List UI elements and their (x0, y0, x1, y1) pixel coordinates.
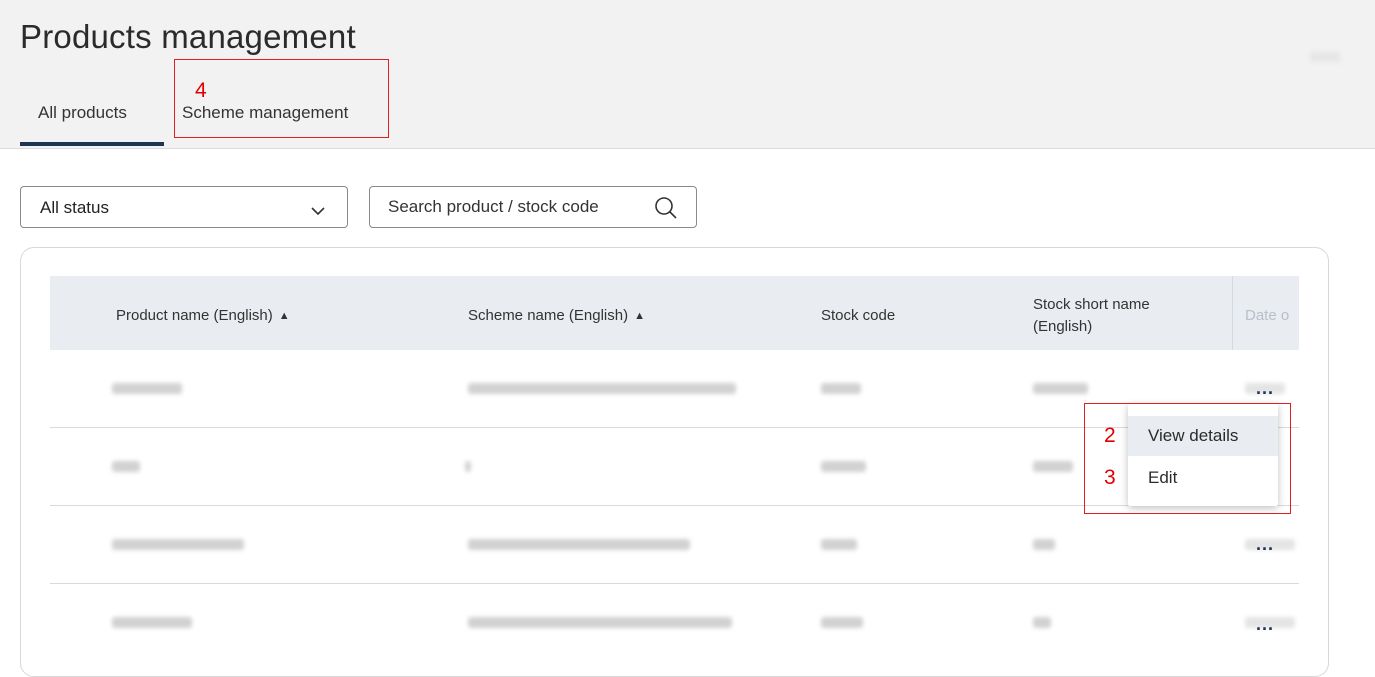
redacted-stock-short-name (1033, 617, 1051, 628)
column-header-stock-short-name: Stock short name (English) (1033, 294, 1150, 338)
redacted-product-name (112, 539, 244, 550)
annotation-number-2: 2 (1104, 424, 1116, 447)
annotation-number-4: 4 (195, 79, 207, 102)
tab-all-products[interactable]: All products (38, 103, 127, 123)
redacted-stock-code (821, 539, 857, 550)
table-row: ... (50, 584, 1299, 662)
redacted-scheme-name (465, 461, 471, 472)
column-divider (1232, 276, 1233, 350)
search-field[interactable] (369, 186, 697, 228)
redacted-stock-code (821, 617, 863, 628)
sort-icon[interactable]: ▲︎ (279, 310, 290, 322)
column-header-stock-short-name-line1: Stock short name (1033, 296, 1150, 313)
redacted-stock-code (821, 383, 861, 394)
column-header-product-name[interactable]: Product name (English) ▲︎ (116, 305, 290, 327)
table-row: ... (50, 506, 1299, 584)
active-tab-indicator (20, 142, 164, 146)
redacted-scheme-name (468, 617, 732, 628)
annotation-number-3: 3 (1104, 466, 1116, 489)
row-actions-button[interactable]: ... (1256, 378, 1274, 399)
redacted-stock-short-name (1033, 461, 1073, 472)
status-filter-select[interactable]: All status (20, 186, 348, 228)
redacted-product-name (112, 461, 140, 472)
annotation-box-menu (1084, 403, 1291, 514)
column-header-stock-code: Stock code (821, 307, 896, 324)
search-input[interactable] (388, 195, 643, 219)
sort-icon[interactable]: ▲︎ (634, 310, 645, 322)
redacted-scheme-name (468, 383, 736, 394)
redacted-stock-short-name (1033, 383, 1088, 394)
status-filter-value: All status (40, 198, 109, 217)
column-header-scheme-name[interactable]: Scheme name (English) ▲︎ (468, 305, 645, 327)
search-icon[interactable] (654, 196, 678, 225)
header-corner-mark (1310, 52, 1340, 62)
table-header: Product name (English) ▲︎ Scheme name (En… (50, 276, 1299, 350)
redacted-product-name (112, 383, 182, 394)
column-header-scheme-name-label: Scheme name (English) (468, 307, 629, 324)
chevron-down-icon (311, 201, 325, 221)
column-header-product-name-label: Product name (English) (116, 307, 273, 324)
redacted-scheme-name (468, 539, 690, 550)
row-actions-button[interactable]: ... (1256, 534, 1274, 555)
page-title: Products management (20, 18, 356, 55)
column-header-stock-short-name-line2: (English) (1033, 318, 1093, 335)
row-actions-button[interactable]: ... (1256, 614, 1274, 635)
redacted-stock-code (821, 461, 866, 472)
redacted-stock-short-name (1033, 539, 1055, 550)
column-header-date: Date o (1245, 307, 1290, 324)
redacted-product-name (112, 617, 192, 628)
